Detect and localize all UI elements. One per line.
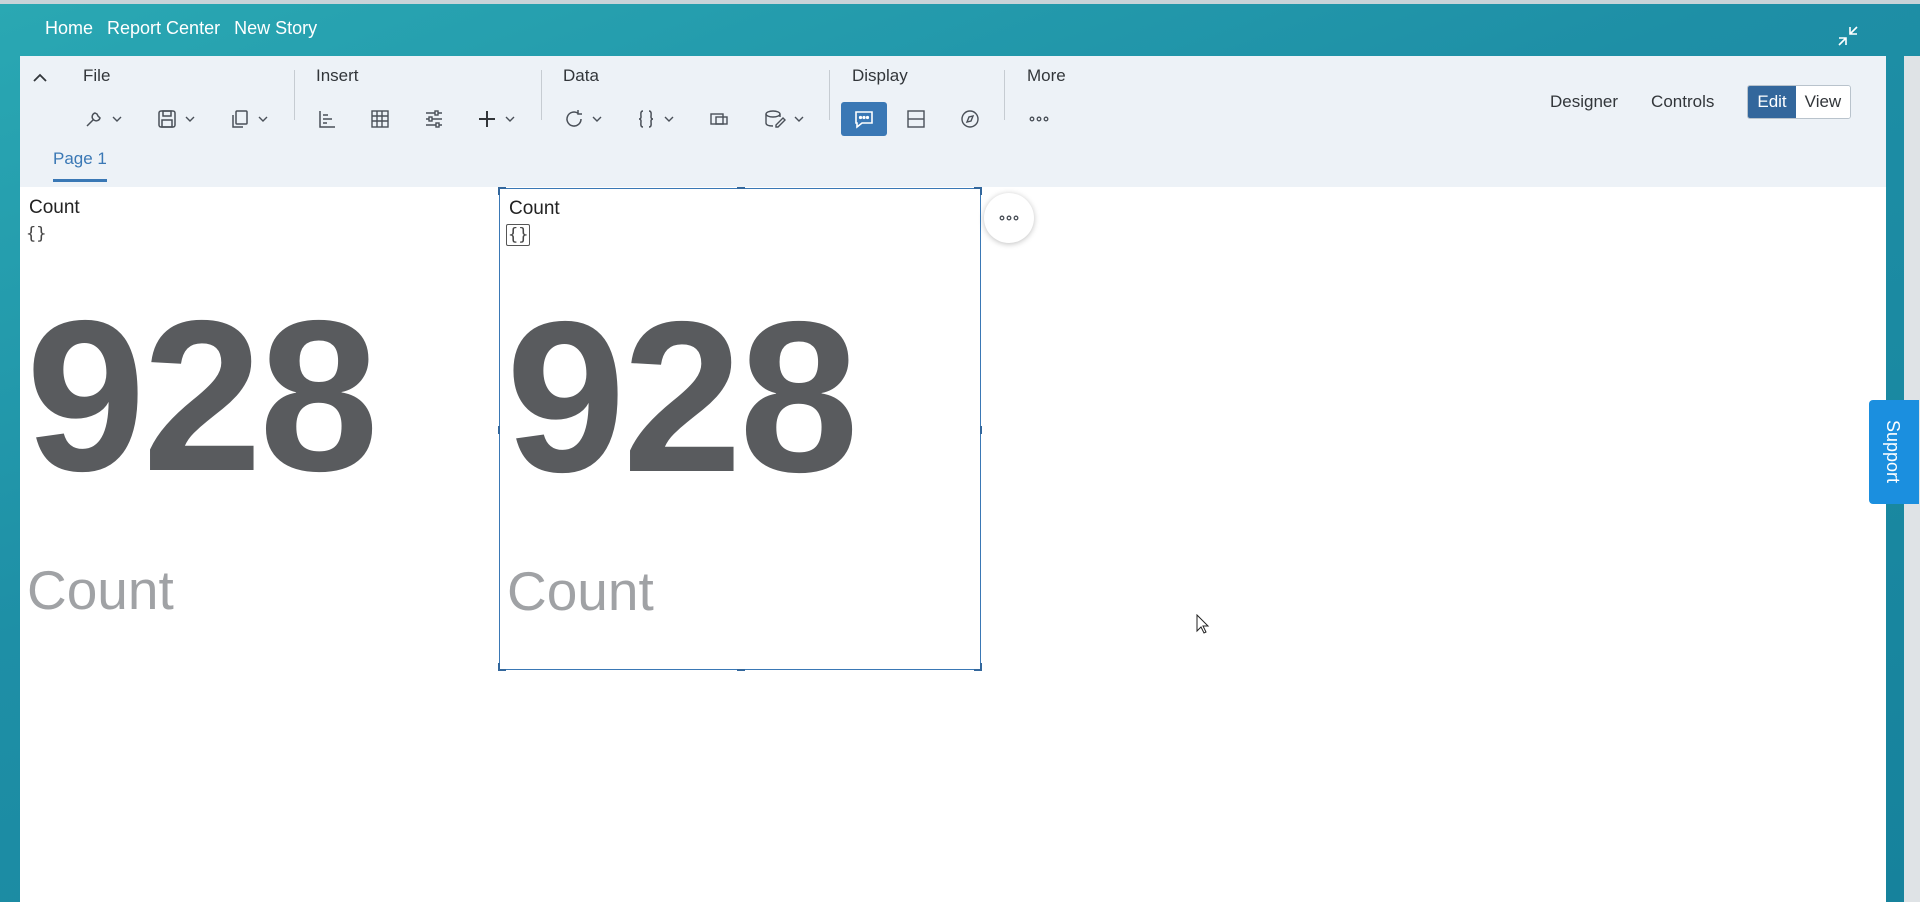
edit-mode-button[interactable]: Edit xyxy=(1748,86,1796,118)
overflow-icon xyxy=(999,215,1019,221)
resize-handle[interactable] xyxy=(498,187,506,195)
breadcrumb-report-center[interactable]: Report Center xyxy=(107,18,220,39)
tab-page-1[interactable]: Page 1 xyxy=(53,149,107,182)
toolbar-separator xyxy=(541,70,542,120)
chevron-down-icon xyxy=(185,116,195,122)
toolbar-separator xyxy=(829,70,830,120)
breadcrumb-new-story[interactable]: New Story xyxy=(234,18,317,39)
support-button[interactable]: Support xyxy=(1869,400,1919,504)
mouse-cursor-icon xyxy=(1196,613,1210,639)
exit-fullscreen-icon[interactable] xyxy=(1836,24,1860,48)
table-icon xyxy=(371,110,389,128)
chevron-down-icon xyxy=(794,116,804,122)
tile-title: Count xyxy=(29,197,80,218)
support-label: Support xyxy=(1883,420,1903,484)
resize-handle[interactable] xyxy=(737,663,745,671)
overlap-icon xyxy=(710,113,728,125)
chevron-down-icon xyxy=(112,116,122,122)
refresh-tool-button[interactable] xyxy=(563,102,603,136)
chevron-down-icon xyxy=(592,116,602,122)
view-mode-button[interactable]: View xyxy=(1795,86,1851,118)
layout-toggle-button[interactable] xyxy=(905,102,927,136)
sliders-icon xyxy=(426,110,442,128)
shell-bar: Home Report Center New Story xyxy=(0,4,1920,56)
display-group-label: Display xyxy=(852,66,908,85)
more-group-label: More xyxy=(1027,66,1066,85)
tile-formula-indicator[interactable]: {} xyxy=(26,224,46,244)
wrench-icon xyxy=(86,112,101,127)
chevron-down-icon xyxy=(664,116,674,122)
settings-tool-button[interactable] xyxy=(83,102,123,136)
overflow-icon xyxy=(1029,116,1049,122)
comment-icon xyxy=(855,111,873,129)
controls-button[interactable]: Controls xyxy=(1651,92,1714,112)
resize-handle[interactable] xyxy=(498,663,506,671)
save-icon xyxy=(158,110,176,128)
tile-more-actions-button[interactable] xyxy=(984,193,1034,243)
formula-tool-button[interactable] xyxy=(635,102,675,136)
breadcrumb-home[interactable]: Home xyxy=(45,18,93,39)
resize-handle[interactable] xyxy=(974,426,982,434)
collapse-toolbar-icon[interactable] xyxy=(30,68,50,88)
tile-formula-indicator[interactable]: {} xyxy=(506,224,531,246)
story-editor: File Insert Data Display More Designer C… xyxy=(20,56,1886,902)
database-edit-icon xyxy=(765,110,786,128)
data-group-label: Data xyxy=(563,66,599,85)
curly-braces-icon xyxy=(638,110,654,128)
chevron-down-icon xyxy=(258,116,268,122)
file-group-label: File xyxy=(83,66,111,85)
save-tool-button[interactable] xyxy=(156,102,196,136)
linked-analysis-button[interactable] xyxy=(708,102,730,136)
insert-table-button[interactable] xyxy=(369,102,391,136)
edit-view-toggle: Edit View xyxy=(1747,85,1852,119)
copy-tool-button[interactable] xyxy=(229,102,269,136)
tile-subtitle: Count xyxy=(27,559,174,621)
insert-add-button[interactable] xyxy=(476,102,516,136)
tile-title: Count xyxy=(509,198,560,219)
insert-chart-button[interactable] xyxy=(316,102,338,136)
tile-formula-text: {} xyxy=(506,224,531,246)
toolbar: File Insert Data Display More Designer C… xyxy=(20,56,1886,187)
tile-value: 928 xyxy=(26,275,379,516)
tile-subtitle: Count xyxy=(507,560,654,622)
layout-icon xyxy=(907,110,925,128)
comments-toggle-button[interactable] xyxy=(841,102,887,136)
resize-handle[interactable] xyxy=(498,426,506,434)
numeric-point-tile[interactable]: Count {} 928 Count xyxy=(20,188,502,670)
mode-actions: Designer Controls Edit View xyxy=(1550,85,1852,119)
breadcrumb: Home Report Center New Story xyxy=(45,18,331,39)
designer-button[interactable]: Designer xyxy=(1550,92,1618,112)
insert-filter-button[interactable] xyxy=(423,102,445,136)
refresh-icon xyxy=(566,110,582,127)
toolbar-separator xyxy=(1004,70,1005,120)
compass-icon xyxy=(961,110,979,128)
copy-icon xyxy=(232,110,248,128)
bar-chart-icon xyxy=(319,111,335,128)
chevron-down-icon xyxy=(505,116,515,122)
navigation-toggle-button[interactable] xyxy=(959,102,981,136)
resize-handle[interactable] xyxy=(974,663,982,671)
insert-group-label: Insert xyxy=(316,66,359,85)
data-edit-button[interactable] xyxy=(763,102,805,136)
resize-handle[interactable] xyxy=(737,187,745,195)
tile-value: 928 xyxy=(506,276,859,517)
numeric-point-tile-selected[interactable]: Count {} 928 Count xyxy=(498,187,982,671)
resize-handle[interactable] xyxy=(974,187,982,195)
toolbar-separator xyxy=(294,70,295,120)
plus-icon xyxy=(479,111,495,127)
more-overflow-button[interactable] xyxy=(1027,102,1051,136)
